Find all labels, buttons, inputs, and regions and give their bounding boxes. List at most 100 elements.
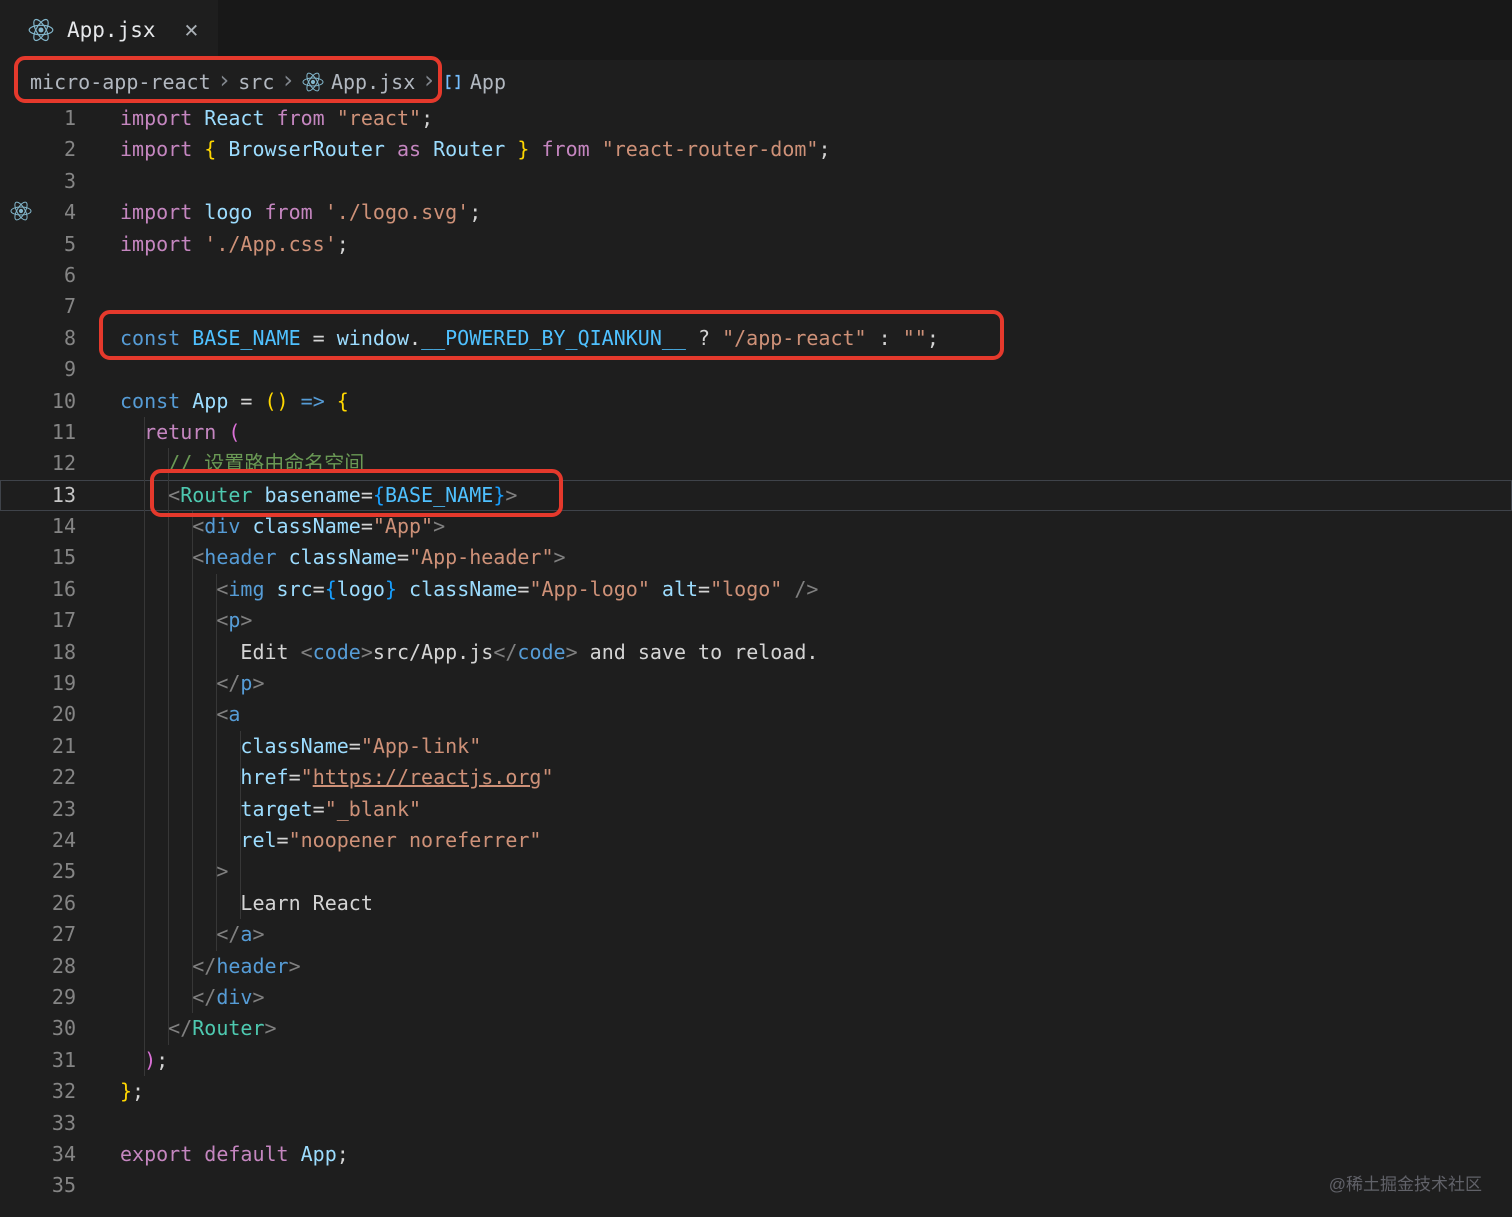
code-line[interactable]: 6	[0, 260, 1512, 291]
line-number[interactable]: 11	[0, 417, 76, 448]
code-line[interactable]: 20 <a	[0, 699, 1512, 730]
code-line[interactable]: 1 import React from "react";	[0, 103, 1512, 134]
line-number[interactable]: 1	[0, 103, 76, 134]
line-number[interactable]: 30	[0, 1013, 76, 1044]
line-number[interactable]: 14	[0, 511, 76, 542]
code-line[interactable]: 25 >	[0, 856, 1512, 887]
line-number[interactable]: 16	[0, 574, 76, 605]
code-area: 1 import React from "react"; 2 import { Bro…	[0, 103, 1512, 1202]
code-line[interactable]: 31 );	[0, 1045, 1512, 1076]
code-line[interactable]: 7	[0, 291, 1512, 322]
line-number[interactable]: 12	[0, 448, 76, 479]
line-number[interactable]: 3	[0, 166, 76, 197]
close-tab-icon[interactable]: ✕	[185, 18, 199, 42]
react-gutter-icon[interactable]	[10, 200, 32, 226]
code-line[interactable]: 14 <div className="App">	[0, 511, 1512, 542]
code-text: const BASE_NAME = window.__POWERED_BY_QI…	[120, 325, 939, 350]
line-number[interactable]: 31	[0, 1045, 76, 1076]
breadcrumb-item-symbol[interactable]: App	[470, 70, 506, 94]
breadcrumb-item-src[interactable]: src	[238, 70, 274, 94]
code-line[interactable]: 32};	[0, 1076, 1512, 1107]
code-line[interactable]: 28 </header>	[0, 951, 1512, 982]
code-line[interactable]: 15 <header className="App-header">	[0, 542, 1512, 573]
line-number[interactable]: 20	[0, 699, 76, 730]
line-number[interactable]: 23	[0, 794, 76, 825]
code-line[interactable]: 22 href="https://reactjs.org"	[0, 762, 1512, 793]
line-number[interactable]: 29	[0, 982, 76, 1013]
line-number[interactable]: 24	[0, 825, 76, 856]
line-number[interactable]: 2	[0, 134, 76, 165]
tab-appjsx[interactable]: App.jsx ✕	[0, 0, 219, 60]
tab-title: App.jsx	[67, 18, 156, 42]
code-text: </p>	[216, 671, 265, 696]
code-line[interactable]: 24 rel="noopener noreferrer"	[0, 825, 1512, 856]
code-text: import { BrowserRouter as Router } from …	[120, 137, 831, 162]
code-text: };	[120, 1079, 145, 1104]
code-text: Edit <code>src/App.js</code> and save to…	[120, 639, 819, 664]
code-text: export default App;	[120, 1141, 349, 1166]
line-number[interactable]: 28	[0, 951, 76, 982]
code-text: <Router basename={BASE_NAME}>	[168, 482, 518, 507]
code-line[interactable]: 29 </div>	[0, 982, 1512, 1013]
line-number[interactable]: 32	[0, 1076, 76, 1107]
code-line[interactable]: 13 <Router basename={BASE_NAME}>	[0, 479, 1512, 512]
code-text: <header className="App-header">	[192, 545, 566, 570]
code-line[interactable]: 34 export default App;	[0, 1139, 1512, 1170]
code-line[interactable]: 19 </p>	[0, 668, 1512, 699]
line-number[interactable]: 9	[0, 354, 76, 385]
code-line[interactable]: 23 target="_blank"	[0, 794, 1512, 825]
code-line[interactable]: 3	[0, 166, 1512, 197]
code-line[interactable]: 11 return (	[0, 417, 1512, 448]
tab-bar: App.jsx ✕	[0, 0, 1512, 60]
line-number[interactable]: 33	[0, 1108, 76, 1139]
breadcrumb: micro-app-react › src › App.jsx › App	[0, 60, 1512, 103]
chevron-right-icon: ›	[219, 65, 230, 94]
breadcrumb-item-file[interactable]: App.jsx	[331, 70, 415, 94]
line-number[interactable]: 6	[0, 260, 76, 291]
line-number[interactable]: 35	[0, 1170, 76, 1201]
code-text: </Router>	[168, 1016, 277, 1041]
code-line[interactable]: 26 Learn React	[0, 888, 1512, 919]
code-line[interactable]: 30 </Router>	[0, 1013, 1512, 1044]
line-number[interactable]: 5	[0, 229, 76, 260]
code-text: href="https://reactjs.org"	[240, 765, 554, 790]
code-line[interactable]: 16 <img src={logo} className="App-logo" …	[0, 574, 1512, 605]
line-number[interactable]: 34	[0, 1139, 76, 1170]
code-line[interactable]: 33	[0, 1108, 1512, 1139]
line-number[interactable]: 27	[0, 919, 76, 950]
code-line[interactable]: 21 className="App-link"	[0, 731, 1512, 762]
code-line[interactable]: 8 const BASE_NAME = window.__POWERED_BY_Q…	[0, 323, 1512, 354]
code-text: rel="noopener noreferrer"	[240, 827, 542, 852]
line-number[interactable]: 8	[0, 323, 76, 354]
line-number[interactable]: 26	[0, 888, 76, 919]
line-number[interactable]: 19	[0, 668, 76, 699]
line-number[interactable]: 7	[0, 291, 76, 322]
line-number[interactable]: 13	[0, 480, 76, 511]
chevron-right-icon: ›	[283, 65, 293, 94]
code-line[interactable]: 35	[0, 1170, 1512, 1201]
code-line[interactable]: 2 import { BrowserRouter as Router } from…	[0, 134, 1512, 165]
code-line[interactable]: 17 <p>	[0, 605, 1512, 636]
breadcrumb-item-project[interactable]: micro-app-react	[30, 70, 211, 94]
line-number[interactable]: 21	[0, 731, 76, 762]
line-number[interactable]: 15	[0, 542, 76, 573]
code-line[interactable]: 10 const App = () => {	[0, 386, 1512, 417]
code-text: </a>	[216, 922, 265, 947]
code-text: return (	[144, 419, 241, 444]
code-line[interactable]: 5 import './App.css';	[0, 229, 1512, 260]
line-number[interactable]: 18	[0, 637, 76, 668]
line-number[interactable]: 25	[0, 856, 76, 887]
code-line[interactable]: 4 import logo from './logo.svg';	[0, 197, 1512, 228]
code-line[interactable]: 12 // 设置路由命名空间	[0, 448, 1512, 479]
code-line[interactable]: 27 </a>	[0, 919, 1512, 950]
line-number[interactable]: 22	[0, 762, 76, 793]
line-number[interactable]: 10	[0, 386, 76, 417]
line-number[interactable]: 17	[0, 605, 76, 636]
code-line[interactable]: 9	[0, 354, 1512, 385]
code-line[interactable]: 18 Edit <code>src/App.js</code> and save…	[0, 637, 1512, 668]
code-text: Learn React	[120, 890, 373, 915]
